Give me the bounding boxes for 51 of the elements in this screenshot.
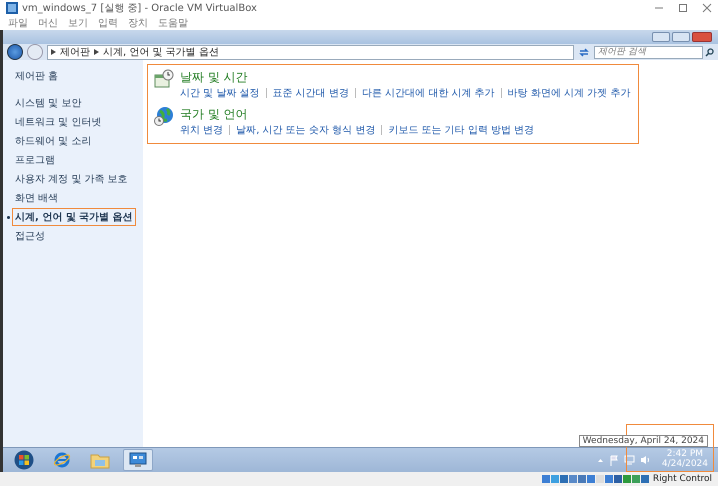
task-link[interactable]: 시간 및 날짜 설정 (180, 86, 260, 100)
minimize-button[interactable] (652, 32, 670, 42)
sidebar-link[interactable]: 시계, 언어 및 국가별 옵션 (13, 209, 135, 225)
monitor-icon (129, 451, 147, 469)
task-link[interactable]: 바탕 화면에 시계 가젯 추가 (508, 86, 630, 100)
bullet-icon (7, 216, 10, 218)
search-field[interactable]: 제어판 검색 (594, 46, 703, 58)
sidebar-link[interactable]: 제어판 홈 (13, 68, 60, 84)
app-icon (6, 2, 18, 14)
task-link[interactable]: 날짜, 시간 또는 숫자 형식 변경 (236, 123, 376, 137)
close-icon[interactable] (702, 3, 712, 13)
sidebar-link[interactable]: 접근성 (13, 228, 47, 244)
date-tooltip: Wednesday, April 24, 2024 (578, 435, 708, 447)
menu-item[interactable]: 장치 (128, 16, 148, 30)
category-title[interactable]: 국가 및 언어 (180, 106, 534, 123)
address-field[interactable]: 제어판 시계, 언어 및 국가별 옵션 (47, 44, 574, 60)
sidebar-link[interactable]: 하드웨어 및 소리 (13, 133, 94, 149)
taskbar-button[interactable] (123, 449, 153, 471)
refresh-icon[interactable] (578, 46, 590, 58)
chevron-icon[interactable] (51, 49, 56, 55)
sidebar-link[interactable]: 화면 배색 (13, 190, 60, 206)
menu-item[interactable]: 입력 (98, 16, 118, 30)
globe-clock-icon (154, 106, 174, 126)
back-button[interactable] (7, 44, 23, 60)
clock-date: 4/24/2024 (662, 460, 708, 470)
window-title: vm_windows_7 [실행 중] - Oracle VM VirtualBox (22, 2, 257, 15)
search-icon[interactable] (705, 48, 714, 56)
sidebar-link[interactable]: 사용자 계정 및 가족 보호 (13, 171, 130, 187)
network-icon[interactable] (624, 455, 635, 465)
breadcrumb[interactable]: 제어판 (60, 45, 90, 59)
category-title[interactable]: 날짜 및 시간 (180, 69, 630, 86)
clock-time: 2:42 PM (666, 450, 704, 460)
browser-e-icon (53, 451, 71, 469)
menu-item[interactable]: 도움말 (158, 16, 188, 30)
menu-item[interactable]: 머신 (38, 16, 58, 30)
menu-item[interactable]: 파일 (8, 16, 28, 30)
task-link[interactable]: 위치 변경 (180, 123, 224, 137)
sidebar-link[interactable]: 네트워크 및 인터넷 (13, 114, 104, 130)
maximize-icon[interactable] (678, 3, 688, 13)
host-key-label: Right Control (652, 474, 712, 484)
task-link[interactable]: 다른 시간대에 대한 시계 추가 (362, 86, 495, 100)
restore-button[interactable] (672, 32, 690, 42)
task-link[interactable]: 표준 시간대 변경 (272, 86, 349, 100)
chevron-icon[interactable] (94, 49, 99, 55)
sidebar-link[interactable]: 시스템 및 보안 (13, 95, 84, 111)
task-link[interactable]: 키보드 또는 기타 입력 방법 변경 (388, 123, 534, 137)
sidebar-link[interactable]: 프로그램 (13, 152, 57, 168)
start-orb-icon (14, 450, 34, 470)
calendar-clock-icon (154, 69, 174, 89)
breadcrumb[interactable]: 시계, 언어 및 국가별 옵션 (103, 45, 219, 59)
menu-item[interactable]: 보기 (68, 16, 88, 30)
